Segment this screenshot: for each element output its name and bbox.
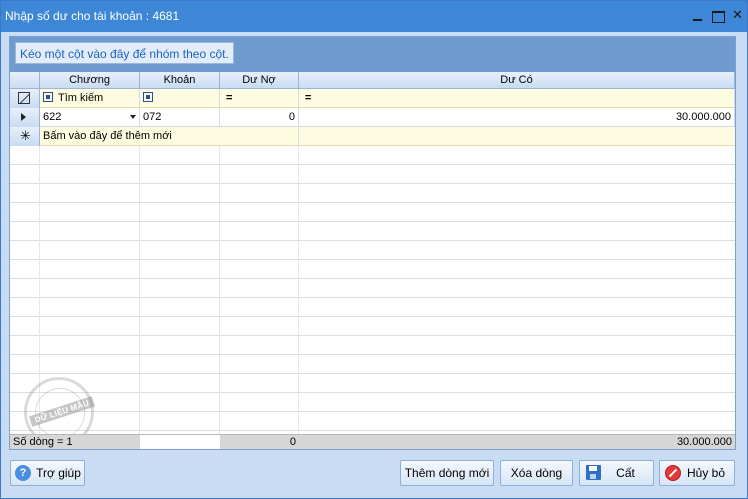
du-no-total: 0	[289, 436, 296, 448]
row-selector-header[interactable]	[10, 72, 40, 89]
filter-du-no-cell[interactable]: =	[220, 89, 299, 108]
help-button-label: Trợ giúp	[36, 466, 81, 480]
group-by-hint: Kéo một cột vào đây để nhóm theo cột.	[15, 42, 234, 64]
column-header-du-no[interactable]: Dư Nợ	[220, 72, 299, 89]
add-row-button[interactable]: Thêm dòng mới	[400, 460, 494, 486]
group-by-panel[interactable]: Kéo một cột vào đây để nhóm theo cột.	[10, 37, 735, 72]
clear-filter-icon[interactable]	[18, 92, 30, 104]
help-button[interactable]: ? Trợ giúp	[10, 460, 85, 486]
dialog-window: Nhập số dư cho tài khoản : 4681 ✕ Kéo mộ…	[0, 0, 748, 499]
row-count: Số dòng = 1	[13, 436, 73, 448]
delete-row-button[interactable]: Xóa dòng	[500, 460, 573, 486]
cell-chuong-value: 622	[43, 111, 62, 123]
du-co-total: 30.000.000	[676, 436, 732, 448]
cell-chuong[interactable]: 622	[40, 108, 140, 127]
minimize-icon[interactable]	[691, 9, 705, 23]
filter-operator-icon[interactable]	[143, 92, 153, 103]
new-row-star-icon: ✳	[20, 128, 31, 143]
row-indicator[interactable]	[10, 108, 40, 127]
cancel-button-label: Hủy bỏ	[686, 466, 726, 480]
title-bar[interactable]: Nhập số dư cho tài khoản : 4681 ✕	[1, 1, 747, 32]
footer-khoan-blank	[140, 435, 220, 449]
column-header-chuong[interactable]: Chương	[40, 72, 140, 89]
filter-chuong-cell[interactable]: Tìm kiếm	[40, 89, 140, 108]
help-icon: ?	[15, 465, 31, 481]
new-row[interactable]: ✳ Bấm vào đây để thêm mới	[10, 127, 735, 146]
balance-grid: Kéo một cột vào đây để nhóm theo cột. Ch…	[9, 36, 736, 450]
watermark-text: DỮ LIỆU MẪU	[28, 396, 96, 427]
maximize-icon[interactable]	[711, 9, 725, 23]
grid-divider	[298, 146, 299, 434]
cell-du-no[interactable]: 0	[220, 108, 299, 127]
column-header-khoan[interactable]: Khoản	[140, 72, 220, 89]
filter-du-co-cell[interactable]: =	[299, 89, 735, 108]
filter-chuong-text: Tìm kiếm	[58, 92, 104, 104]
save-button[interactable]: Cất	[579, 460, 654, 486]
chevron-down-icon[interactable]	[130, 115, 136, 119]
cancel-button[interactable]: Hủy bỏ	[659, 460, 735, 486]
new-row-indicator[interactable]: ✳	[10, 127, 40, 146]
current-row-arrow-icon	[21, 113, 26, 121]
cell-khoan[interactable]: 072	[140, 108, 220, 127]
save-icon	[586, 465, 601, 480]
filter-du-no-operator[interactable]: =	[226, 89, 232, 107]
close-icon[interactable]: ✕	[732, 8, 746, 23]
new-row-hint[interactable]: Bấm vào đây để thêm mới	[40, 127, 299, 146]
filter-row: Tìm kiếm = =	[10, 89, 735, 108]
grid-divider	[139, 146, 140, 434]
window-title: Nhập số dư cho tài khoản : 4681	[5, 9, 180, 23]
table-row[interactable]: 622 072 0 30.000.000	[10, 108, 735, 127]
save-button-label: Cất	[616, 466, 635, 480]
empty-grid-area	[10, 146, 735, 434]
summary-footer: Số dòng = 1 0 30.000.000	[10, 434, 735, 449]
grid-divider	[219, 146, 220, 434]
cancel-icon	[665, 465, 681, 481]
filter-row-indicator[interactable]	[10, 89, 40, 108]
filter-khoan-cell[interactable]	[140, 89, 220, 108]
filter-operator-icon[interactable]	[43, 92, 53, 103]
cell-du-co[interactable]: 30.000.000	[299, 108, 735, 127]
column-header-du-co[interactable]: Dư Có	[299, 72, 735, 89]
filter-du-co-operator[interactable]: =	[305, 89, 311, 107]
